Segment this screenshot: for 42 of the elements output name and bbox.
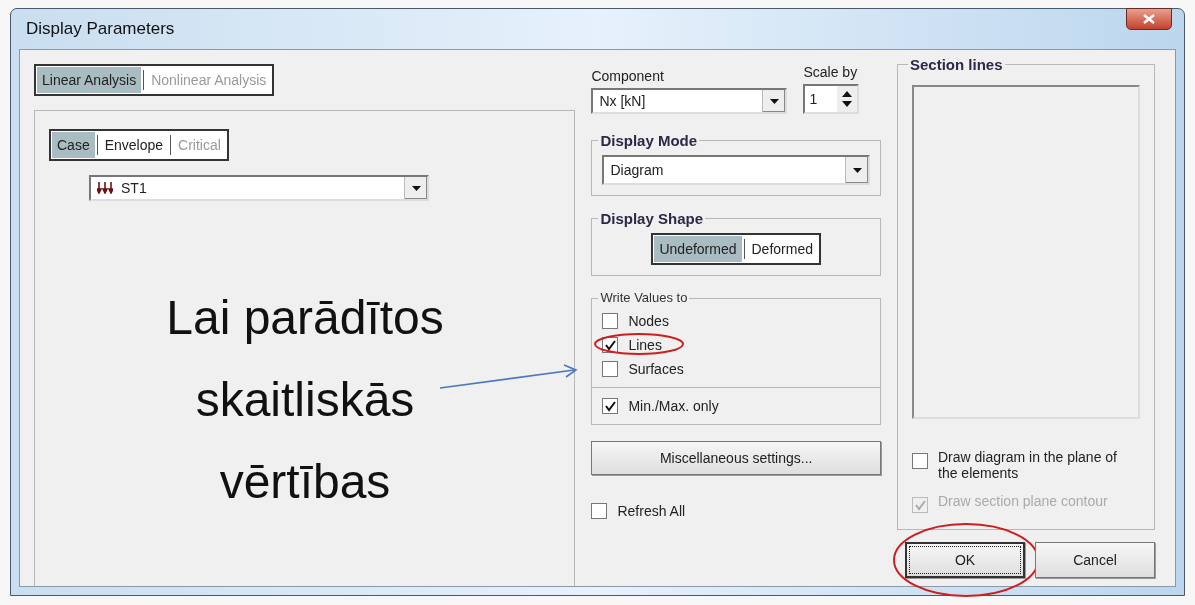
checkbox[interactable] [602,398,619,414]
load-case-dropdown[interactable]: ST1 [89,175,429,201]
tab[interactable]: Envelope [99,132,169,158]
checkbox-label: Min./Max. only [628,398,719,414]
group-title: Write Values to [598,290,690,305]
load-case-value: ST1 [121,180,147,196]
checkbox-label: Draw section plane contour [938,493,1108,509]
group-title: Display Shape [598,210,705,227]
checkbox[interactable] [912,453,928,469]
annotation-text: Lai parādītos [166,290,444,346]
caret-icon [411,185,421,191]
checkbox-label: Refresh All [617,503,686,519]
close-button[interactable] [1126,8,1172,30]
component-dropdown[interactable]: Nx [kN] [591,88,788,114]
tab[interactable]: Undeformed [654,236,742,262]
annotation-text: vērtības [219,454,391,510]
group-title: Display Mode [598,132,700,149]
load-arrows-icon [97,182,113,194]
close-icon [1143,14,1155,24]
field-label: Scale by [803,64,859,80]
checkbox[interactable] [591,503,608,519]
dialog-button[interactable]: Cancel [1035,542,1155,578]
checkbox[interactable] [602,361,619,377]
checkbox-label: Draw diagram in the plane of the elements [938,449,1118,481]
field-label: Component [591,68,665,84]
window-title: Display Parameters [26,19,175,39]
display-mode-dropdown[interactable]: Diagram [602,155,870,185]
tab[interactable]: Linear Analysis [37,67,142,93]
spinner-arrows-icon [841,89,854,109]
caret-icon [769,98,779,104]
checkbox-label: Surfaces [628,361,684,377]
annotation-text: skaitliskās [195,372,415,428]
checkbox[interactable] [602,313,619,329]
checkbox-label: Lines [628,337,662,353]
scale-spinner[interactable]: 1 [803,84,860,114]
checkbox-label: Nodes [628,313,669,329]
misc-settings-button[interactable]: Miscellaneous settings... [591,441,881,475]
tab[interactable]: Case [52,132,95,158]
tab[interactable]: Deformed [746,236,818,262]
dialog-button[interactable]: OK [905,542,1025,578]
caret-icon [852,167,862,173]
group-title: Section lines [908,56,1005,73]
